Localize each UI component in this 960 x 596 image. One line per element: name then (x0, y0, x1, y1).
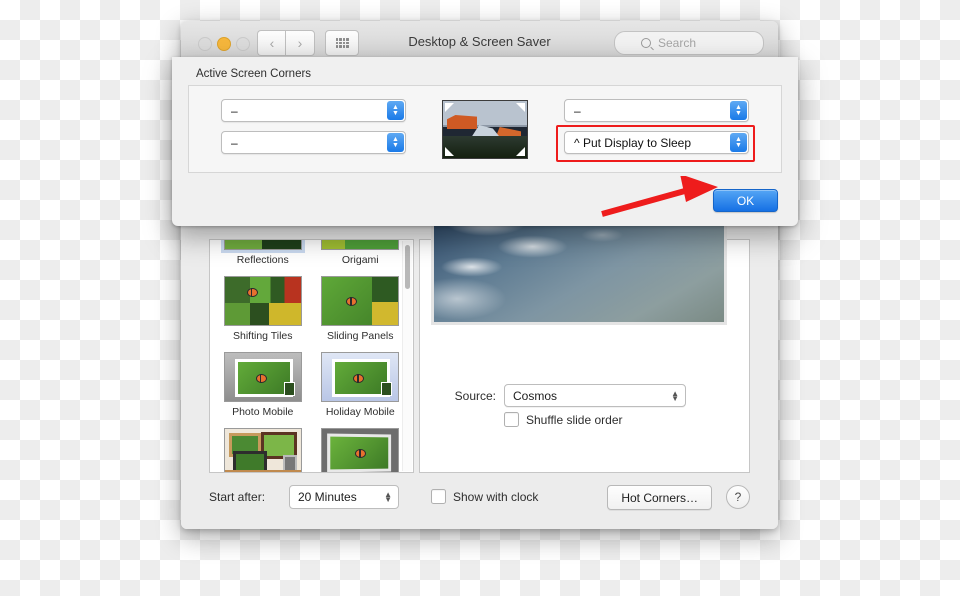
top-left-corner-select[interactable]: – ▲ ▼ (221, 99, 406, 122)
ladybug-icon (346, 297, 358, 306)
chevron-updown-icon: ▲ ▼ (671, 388, 679, 403)
screensaver-item-holiday-mobile[interactable]: Holiday Mobile (319, 352, 403, 424)
show-with-clock-row[interactable]: Show with clock (431, 489, 538, 504)
desktop-preview-thumbnail (442, 100, 528, 159)
screensaver-item-photo-mobile[interactable]: Photo Mobile (221, 352, 305, 424)
screensaver-label: Holiday Mobile (325, 406, 395, 418)
screensaver-label: Shifting Tiles (232, 330, 293, 342)
screensaver-grid: Reflections Origami Shifting Tiles Slidi… (210, 240, 413, 472)
corner-marker-top-left-icon (445, 103, 454, 112)
source-select[interactable]: Cosmos ▲ ▼ (504, 384, 686, 407)
search-icon (641, 38, 651, 48)
sheet-title: Active Screen Corners (196, 68, 312, 80)
corner-marker-top-right-icon (516, 103, 525, 112)
screensaver-item-sliding-panels[interactable]: Sliding Panels (319, 276, 403, 348)
source-select-value: Cosmos (513, 388, 558, 403)
chevron-updown-icon: ▲ ▼ (730, 101, 747, 120)
screensaver-thumbnail (223, 276, 302, 326)
bottom-right-corner-select[interactable]: ^ Put Display to Sleep ▲ ▼ (564, 131, 749, 154)
screensaver-label: Photo Mobile (232, 406, 294, 418)
start-after-value: 20 Minutes (298, 490, 357, 504)
screensaver-list-scrollbar[interactable] (402, 241, 412, 471)
screensaver-item-origami[interactable]: Origami (319, 240, 403, 272)
screensaver-thumbnail (321, 352, 400, 402)
screensaver-thumbnail (223, 352, 302, 402)
chevron-updown-icon: ▲ ▼ (387, 101, 404, 120)
bottom-right-corner-value: ^ Put Display to Sleep (574, 135, 692, 150)
screensaver-thumbnail (321, 276, 400, 326)
screensaver-thumbnail (223, 240, 302, 250)
source-row: Source: Cosmos ▲ ▼ (420, 384, 749, 407)
screensaver-item-photo-wall[interactable] (221, 428, 305, 472)
screensaver-label: Reflections (236, 254, 289, 266)
show-with-clock-checkbox[interactable] (431, 489, 446, 504)
start-after-select[interactable]: 20 Minutes ▲ ▼ (289, 485, 399, 509)
ok-button[interactable]: OK (713, 189, 778, 212)
corners-configuration-box: – ▲ ▼ – ▲ ▼ – ▲ ▼ ^ Put Display to Sleep ▲ ▼ (188, 85, 782, 173)
help-button[interactable]: ? (726, 485, 750, 509)
screensaver-item-shelf[interactable] (319, 428, 403, 472)
source-label: Source: (454, 388, 496, 403)
corner-marker-bottom-right-icon (516, 147, 525, 156)
ladybug-icon (246, 288, 258, 297)
screensaver-item-shifting-tiles[interactable]: Shifting Tiles (221, 276, 305, 348)
top-left-corner-value: – (231, 103, 238, 118)
top-right-corner-value: – (574, 103, 581, 118)
bottom-left-corner-value: – (231, 135, 238, 150)
screensaver-thumbnail (321, 428, 400, 472)
top-right-corner-select[interactable]: – ▲ ▼ (564, 99, 749, 122)
chevron-updown-icon: ▲ ▼ (730, 133, 747, 152)
hot-corners-button[interactable]: Hot Corners… (607, 485, 712, 510)
show-with-clock-label: Show with clock (453, 489, 539, 504)
search-field[interactable] (614, 31, 764, 55)
shuffle-checkbox[interactable] (504, 412, 519, 427)
active-screen-corners-sheet: Active Screen Corners – ▲ ▼ – ▲ ▼ – ▲ ▼ ^ P… (172, 57, 798, 226)
screensaver-thumbnail (223, 428, 302, 472)
bottom-toolbar: Start after: 20 Minutes ▲ ▼ Show with clo… (209, 485, 750, 511)
corner-marker-bottom-left-icon (445, 147, 454, 156)
chevron-updown-icon: ▲ ▼ (384, 490, 392, 504)
screensaver-item-reflections[interactable]: Reflections (221, 240, 305, 272)
screensaver-preview-pane: Source: Cosmos ▲ ▼ Shuffle slide order (419, 174, 750, 473)
screensaver-thumbnail (321, 240, 400, 250)
shuffle-label: Shuffle slide order (526, 412, 623, 427)
bottom-left-corner-select[interactable]: – ▲ ▼ (221, 131, 406, 154)
chevron-updown-icon: ▲ ▼ (387, 133, 404, 152)
scrollbar-thumb[interactable] (405, 245, 410, 289)
screensaver-list[interactable]: Reflections Origami Shifting Tiles Slidi… (209, 239, 414, 473)
ladybug-icon (255, 374, 267, 383)
start-after-label: Start after: (209, 490, 266, 504)
shuffle-slide-order-row[interactable]: Shuffle slide order (420, 412, 749, 427)
screensaver-label: Origami (341, 254, 379, 266)
search-input[interactable] (656, 35, 750, 51)
screensaver-label: Sliding Panels (326, 330, 394, 342)
